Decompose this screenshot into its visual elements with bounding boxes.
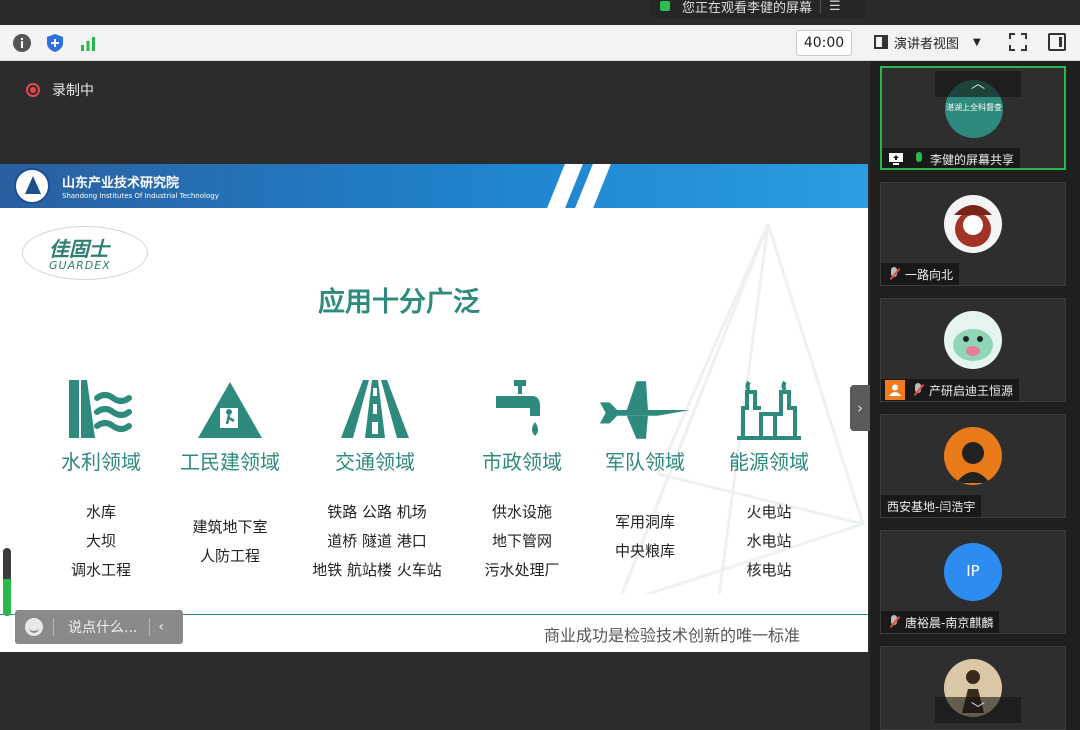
scroll-up-button[interactable]: ︿ [935, 71, 1021, 97]
participant-name: 西安基地-闫浩宇 [887, 499, 976, 514]
category-label: 交通领域 [335, 450, 415, 474]
view-mode-dropdown[interactable]: 演讲者视图 ▼ [866, 30, 994, 54]
mic-muted-icon [889, 267, 899, 281]
side-panel-icon[interactable] [1048, 33, 1066, 51]
view-mode-label: 演讲者视图 [894, 36, 960, 52]
banner-text: 您正在观看李健的屏幕 [682, 0, 813, 16]
audio-level-fill [3, 578, 11, 616]
chat-placeholder[interactable]: 说点什么... [68, 617, 137, 637]
presentation-slide: 山东产业技术研究院 Shandong Institutes Of Industr… [0, 164, 868, 652]
screen-share-icon [886, 149, 906, 168]
participant-tile[interactable]: 一路向北 [880, 182, 1066, 286]
category-traffic: 交通领域 [310, 380, 440, 474]
speaker-view-icon [874, 35, 888, 49]
viewing-screen-banner: 您正在观看李健的屏幕 ☰ [650, 0, 866, 18]
category-items-civil: 建筑地下室 人防工程 [145, 513, 315, 571]
institute-seal-icon [14, 168, 50, 204]
avatar-text: 湛湖上全科督查 [946, 103, 1002, 112]
recording-indicator: 录制中 [26, 80, 94, 100]
banner-divider [820, 0, 822, 13]
mic-muted-icon [889, 615, 899, 629]
logo-en: GUARDEX [49, 259, 111, 272]
water-dam-icon [69, 380, 132, 438]
emoji-icon[interactable] [25, 618, 43, 636]
institute-name: 山东产业技术研究院 [62, 176, 180, 191]
avatar [944, 427, 1002, 485]
participant-namebar: 产研启迪王恒源 [881, 379, 1020, 401]
participant-tile[interactable]: 产研启迪王恒源 [880, 298, 1066, 402]
guardex-logo: 佳固士 GUARDEX [22, 226, 148, 280]
list-item: 水电站 [746, 532, 792, 550]
meeting-timer: 40:00 [796, 30, 852, 56]
water-tap-icon [496, 380, 540, 436]
participant-name: 李健的屏幕共享 [930, 152, 1015, 167]
slide-title: 应用十分广泛 [318, 287, 480, 318]
chevron-down-icon: ▼ [973, 36, 981, 48]
collapse-sidebar-button[interactable]: › [850, 385, 870, 431]
participant-namebar: 一路向北 [881, 263, 960, 285]
mic-muted-icon [913, 383, 923, 397]
category-military: 军队领域 [580, 380, 710, 474]
power-plant-icon [737, 380, 801, 440]
participant-namebar: 李健的屏幕共享 [882, 148, 1021, 168]
chevron-left-icon[interactable]: ‹ [158, 619, 164, 635]
fighter-jet-icon [599, 381, 691, 439]
shield-icon[interactable] [45, 33, 65, 53]
category-label: 能源领域 [729, 450, 809, 474]
avatar [944, 311, 1002, 369]
institute-name-en: Shandong Institutes Of Industrial Techno… [62, 192, 219, 200]
category-water: 水利领域 [36, 380, 166, 474]
recording-label: 录制中 [52, 83, 94, 99]
category-label: 军队领域 [605, 450, 685, 474]
participant-name: 唐裕晨-南京麒麟 [905, 615, 994, 630]
avatar [944, 195, 1002, 253]
participant-namebar: 西安基地-闫浩宇 [881, 495, 982, 517]
chat-input-bar[interactable]: 说点什么... ‹ [15, 610, 183, 644]
category-municipal: 市政领域 [457, 380, 587, 474]
chat-divider [149, 618, 151, 636]
participant-tile[interactable]: 西安基地-闫浩宇 [880, 414, 1066, 518]
camera-icon [660, 1, 670, 11]
category-energy: 能源领域 [704, 380, 834, 474]
menu-icon[interactable]: ☰ [829, 0, 841, 14]
recording-dot-icon [26, 83, 40, 97]
participant-tile[interactable]: IP 唐裕晨-南京麒麟 [880, 530, 1066, 634]
fullscreen-icon[interactable] [1009, 33, 1027, 51]
category-items-energy: 火电站 水电站 核电站 [684, 498, 854, 585]
header-stripe [575, 164, 611, 208]
avatar-initials: IP [966, 562, 980, 580]
participant-name: 一路向北 [905, 267, 954, 282]
info-icon[interactable] [12, 33, 32, 53]
list-item: 火电站 [746, 503, 792, 521]
audio-level-meter [3, 548, 11, 616]
slide-header: 山东产业技术研究院 Shandong Institutes Of Industr… [0, 164, 868, 208]
list-item: 核电站 [746, 561, 792, 579]
user-icon [885, 380, 905, 400]
slide-slogan: 商业成功是检验技术创新的唯一标准 [544, 626, 801, 645]
participant-name: 产研启迪王恒源 [929, 383, 1014, 398]
participant-namebar: 唐裕晨-南京麒麟 [881, 611, 1000, 633]
category-label: 水利领域 [61, 450, 141, 474]
logo-cn: 佳固士 [49, 237, 109, 261]
list-item: 人防工程 [199, 547, 260, 565]
scroll-down-button[interactable]: ﹀ [935, 697, 1021, 723]
list-item: 建筑地下室 [192, 518, 268, 536]
category-civil: 工民建领域 [165, 380, 295, 474]
avatar: IP [944, 543, 1002, 601]
civil-construction-icon [198, 382, 262, 438]
category-label: 工民建领域 [180, 450, 280, 474]
category-label: 市政领域 [482, 450, 562, 474]
chat-divider [53, 618, 54, 636]
mic-on-icon [914, 152, 924, 166]
signal-icon[interactable] [78, 33, 98, 53]
road-icon [341, 380, 409, 438]
